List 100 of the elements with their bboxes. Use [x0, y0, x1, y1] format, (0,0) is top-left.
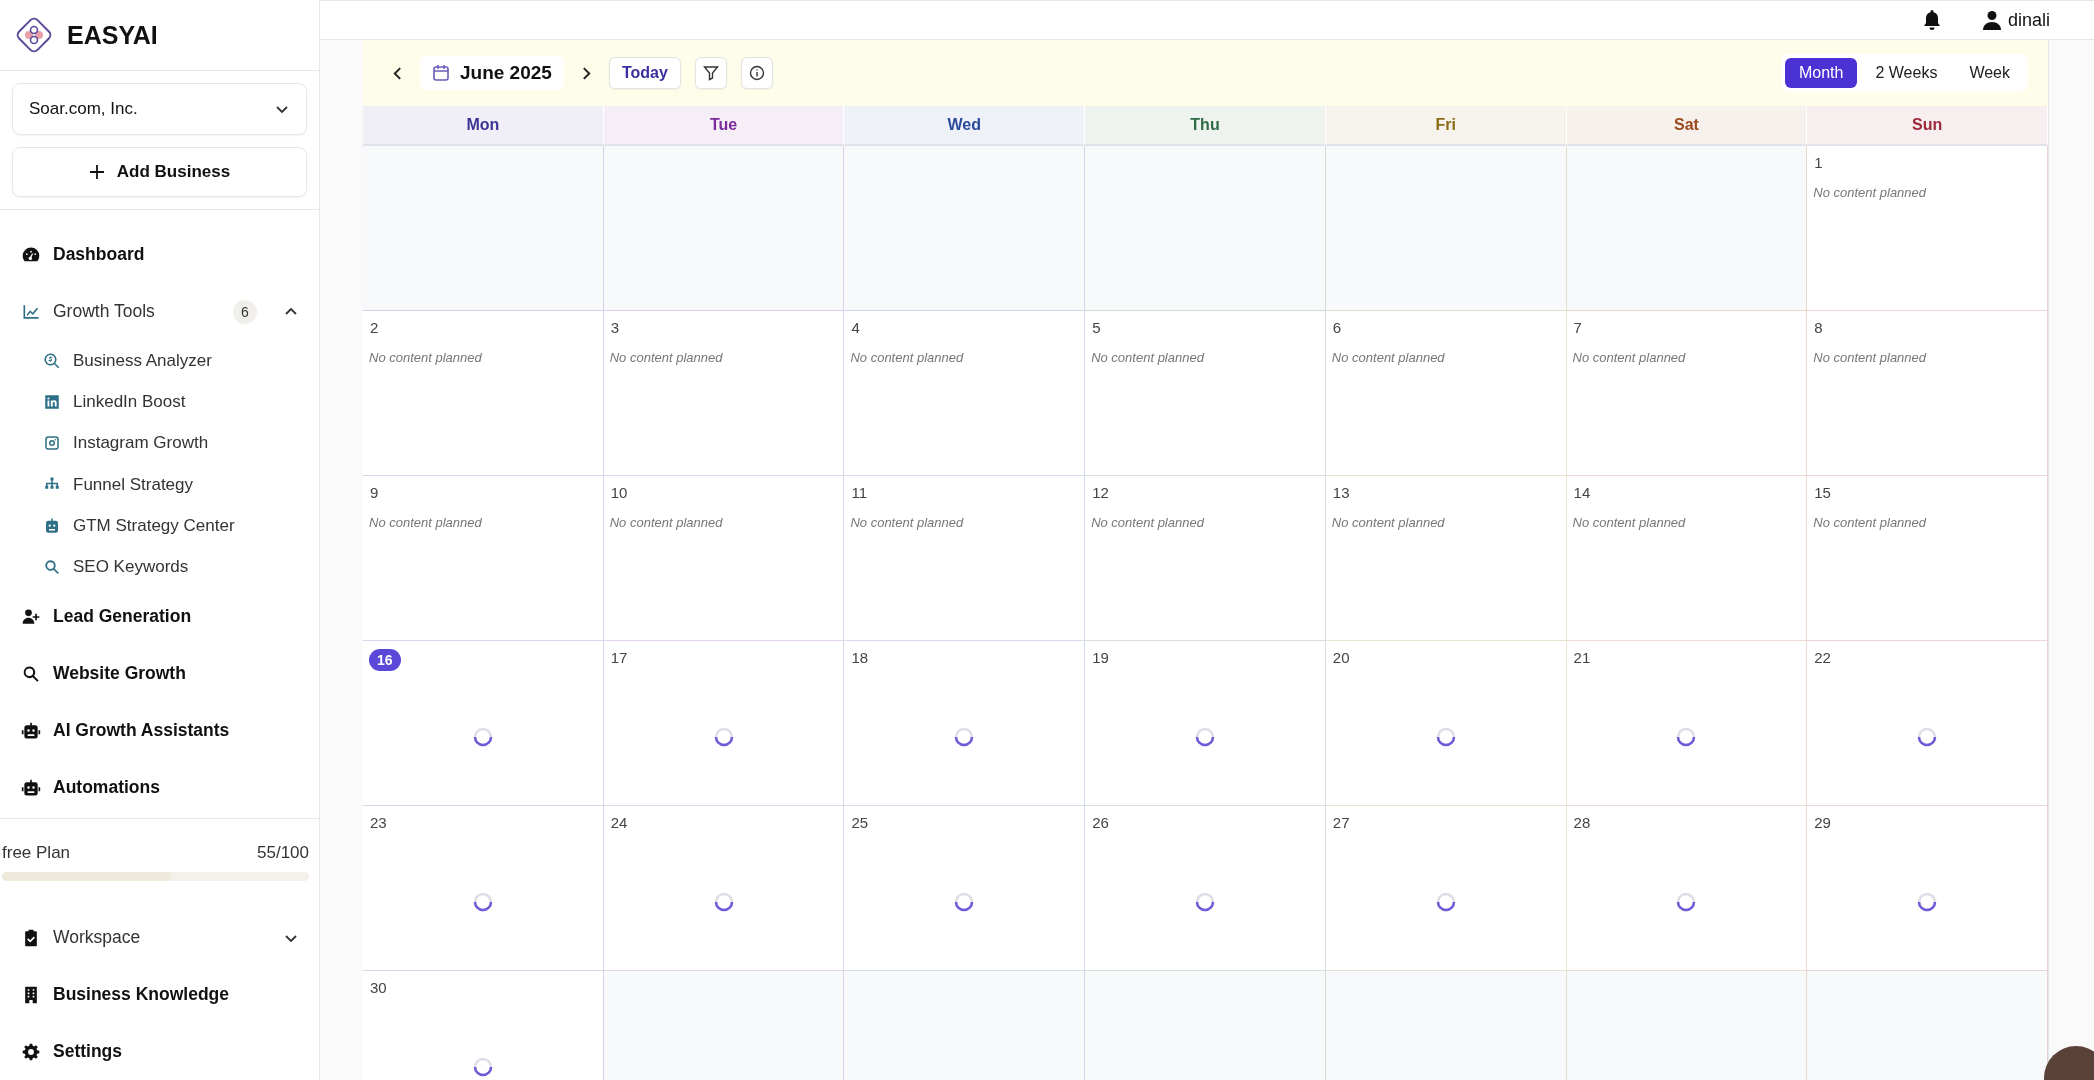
day-number: 9	[369, 484, 380, 501]
calendar-cell[interactable]: 6 No content planned	[1325, 311, 1567, 476]
camera-icon	[43, 434, 61, 453]
nav-item[interactable]: Lead Generation	[0, 588, 319, 645]
empty-note: No content planned	[1331, 350, 1446, 365]
nav-subitem[interactable]: LinkedIn Boost	[0, 381, 319, 423]
calendar-cell[interactable]: 3 No content planned	[603, 311, 845, 476]
calendar-cell[interactable]: 16	[363, 641, 604, 806]
info-icon	[748, 65, 765, 81]
business-select[interactable]: Soar.com, Inc.	[12, 83, 307, 136]
settings-icon	[21, 1041, 41, 1062]
nav-item[interactable]: Workspace	[0, 909, 319, 966]
calendar-cell[interactable]: 18	[844, 641, 1086, 806]
nav-subitem[interactable]: Business Analyzer	[0, 340, 319, 382]
calendar-cell[interactable]: 2 No content planned	[363, 311, 604, 476]
nav-item[interactable]: Automations	[0, 759, 319, 816]
day-number: 14	[1572, 484, 1592, 501]
empty-note: No content planned	[1091, 515, 1206, 530]
calendar-cell[interactable]: 4 No content planned	[844, 311, 1086, 476]
empty-note: No content planned	[1813, 515, 1928, 530]
count-badge: 6	[233, 299, 257, 324]
empty-note: No content planned	[850, 350, 965, 365]
calendar-cell[interactable]: 11 No content planned	[844, 476, 1086, 641]
view-tab[interactable]: 2 Weeks	[1861, 58, 1952, 88]
chevron-right-icon	[581, 66, 591, 80]
nav-item[interactable]: Settings	[0, 1023, 319, 1080]
calendar-cell[interactable]: 22	[1807, 641, 2048, 806]
calendar-cell[interactable]: 20	[1325, 641, 1567, 806]
chevron-left-icon	[393, 66, 402, 80]
plan-usage: 55/100	[257, 843, 309, 863]
calendar-cell[interactable]: 17	[603, 641, 845, 806]
nav-subitem[interactable]: SEO Keywords	[0, 546, 319, 588]
calendar-cell[interactable]: 30	[363, 971, 604, 1080]
empty-note: No content planned	[369, 350, 483, 365]
day-number: 6	[1331, 319, 1343, 336]
user-menu[interactable]: dinali	[1981, 9, 2050, 31]
loading-spinner-icon	[1676, 892, 1697, 912]
nav-subitem[interactable]: Instagram Growth	[0, 422, 319, 465]
nav-item[interactable]: Dashboard	[0, 226, 319, 284]
nav-subitem[interactable]: Funnel Strategy	[0, 464, 319, 506]
day-number: 11	[850, 484, 868, 501]
empty-note: No content planned	[1572, 350, 1687, 365]
nav-subitem[interactable]: GTM Strategy Center	[0, 505, 319, 547]
day-number: 12	[1091, 484, 1110, 501]
calendar-cell[interactable]: 14 No content planned	[1566, 476, 1808, 641]
calendar-cell[interactable]: 8 No content planned	[1807, 311, 2048, 476]
nav-item[interactable]: Business Knowledge	[0, 966, 319, 1023]
add-business-button[interactable]: Add Business	[12, 147, 307, 198]
plan-name: free Plan	[2, 843, 71, 863]
calendar-cell[interactable]: 13 No content planned	[1325, 476, 1567, 641]
info-button[interactable]	[740, 57, 773, 89]
weekday-header: Thu	[1085, 106, 1326, 146]
day-number: 17	[609, 649, 629, 666]
filter-icon	[702, 65, 719, 81]
bell-icon[interactable]	[1921, 9, 1942, 31]
today-button[interactable]: Today	[608, 57, 681, 89]
nav-item[interactable]: Website Growth	[0, 645, 319, 702]
calendar-cell[interactable]: 7 No content planned	[1566, 311, 1808, 476]
calendar-cell[interactable]: 23	[363, 806, 604, 971]
calendar-cell[interactable]: 5 No content planned	[1085, 311, 1326, 476]
loading-spinner-icon	[1195, 892, 1215, 912]
empty-note: No content planned	[1813, 350, 1928, 365]
empty-note: No content planned	[1572, 515, 1687, 530]
loading-spinner-icon	[1676, 727, 1697, 747]
calendar-cell[interactable]: 21	[1566, 641, 1808, 806]
empty-note: No content planned	[1331, 515, 1446, 530]
day-number: 16	[369, 649, 401, 671]
day-number: 28	[1572, 814, 1592, 831]
calendar-cell[interactable]: 15 No content planned	[1807, 476, 2048, 641]
dollar-magnifier-icon	[43, 351, 61, 370]
nav-item[interactable]: AI Growth Assistants	[0, 702, 319, 759]
weekday-header: Tue	[603, 106, 845, 146]
empty-note: No content planned	[609, 515, 724, 530]
loading-spinner-icon	[472, 892, 493, 912]
empty-note: No content planned	[1813, 185, 1928, 200]
day-number: 26	[1091, 814, 1110, 831]
view-tab[interactable]: Week	[1955, 58, 2024, 88]
month-label: June 2025	[420, 56, 564, 90]
calendar-cell[interactable]: 9 No content planned	[363, 476, 604, 641]
day-number: 19	[1091, 649, 1110, 666]
loading-spinner-icon	[954, 892, 975, 912]
day-number: 29	[1813, 814, 1832, 831]
view-tab[interactable]: Month	[1784, 58, 1858, 88]
day-number: 18	[850, 649, 870, 666]
day-number: 1	[1813, 154, 1824, 171]
empty-note: No content planned	[850, 515, 965, 530]
weekday-header: Mon	[363, 106, 604, 146]
nav-item[interactable]: Growth Tools 6	[0, 283, 319, 341]
day-number: 27	[1331, 814, 1351, 831]
loading-spinner-icon	[472, 1057, 493, 1077]
robot-icon	[21, 720, 41, 741]
calendar-cell[interactable]: 1 No content planned	[1807, 146, 2048, 311]
empty-note: No content planned	[369, 515, 483, 530]
day-number: 23	[369, 814, 388, 831]
day-number: 24	[609, 814, 629, 831]
day-number: 2	[369, 319, 380, 336]
calendar-cell[interactable]: 19	[1085, 641, 1326, 806]
calendar-cell[interactable]: 12 No content planned	[1085, 476, 1326, 641]
calendar-cell[interactable]: 10 No content planned	[603, 476, 845, 641]
filter-button[interactable]	[694, 57, 727, 89]
